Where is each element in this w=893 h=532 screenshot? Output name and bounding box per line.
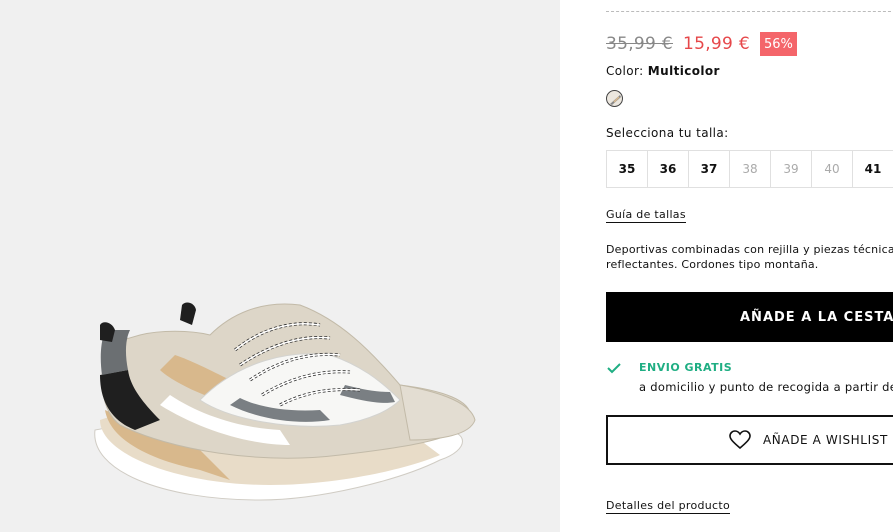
color-label: Color: Multicolor: [606, 64, 720, 78]
product-details-link[interactable]: Detalles del producto: [606, 499, 731, 514]
price-row: 35,99 € 15,99 € 56%: [606, 31, 797, 57]
size-guide-link[interactable]: Guía de tallas: [606, 208, 686, 223]
free-shipping-subtitle: a domicilio y punto de recogida a partir…: [639, 380, 893, 394]
size-option-36[interactable]: 36: [648, 151, 689, 188]
free-shipping-title: ENVIO GRATIS: [639, 361, 733, 374]
size-label: Selecciona tu talla:: [606, 126, 729, 140]
size-option-37[interactable]: 37: [689, 151, 730, 188]
product-description: Deportivas combinadas con rejilla y piez…: [606, 243, 893, 271]
size-option-35[interactable]: 35: [607, 151, 648, 188]
add-to-wishlist-button[interactable]: AÑADE A WISHLIST: [606, 415, 893, 465]
size-option-41[interactable]: 41: [853, 151, 893, 188]
multicolor-swatch-icon[interactable]: [606, 90, 623, 107]
color-value: Multicolor: [647, 64, 720, 78]
divider: [606, 11, 893, 12]
check-icon: [607, 363, 621, 374]
heart-icon: [729, 430, 751, 450]
size-selector: 35 36 37 38 39 40 41: [606, 150, 893, 188]
product-info-panel: 35,99 € 15,99 € 56% Color: Multicolor Se…: [606, 0, 893, 532]
sneaker-image: [94, 302, 476, 501]
old-price: 35,99 €: [606, 34, 673, 54]
discount-badge: 56%: [760, 32, 797, 56]
add-to-wishlist-label: AÑADE A WISHLIST: [763, 433, 888, 447]
add-to-cart-label: AÑADE A LA CESTA: [740, 309, 893, 325]
add-to-cart-button[interactable]: AÑADE A LA CESTA: [606, 292, 893, 342]
color-label-text: Color:: [606, 64, 644, 78]
size-option-38[interactable]: 38: [730, 151, 771, 188]
product-image-pane: [0, 0, 560, 532]
size-option-39[interactable]: 39: [771, 151, 812, 188]
size-option-40[interactable]: 40: [812, 151, 853, 188]
sale-price: 15,99 €: [683, 34, 750, 54]
